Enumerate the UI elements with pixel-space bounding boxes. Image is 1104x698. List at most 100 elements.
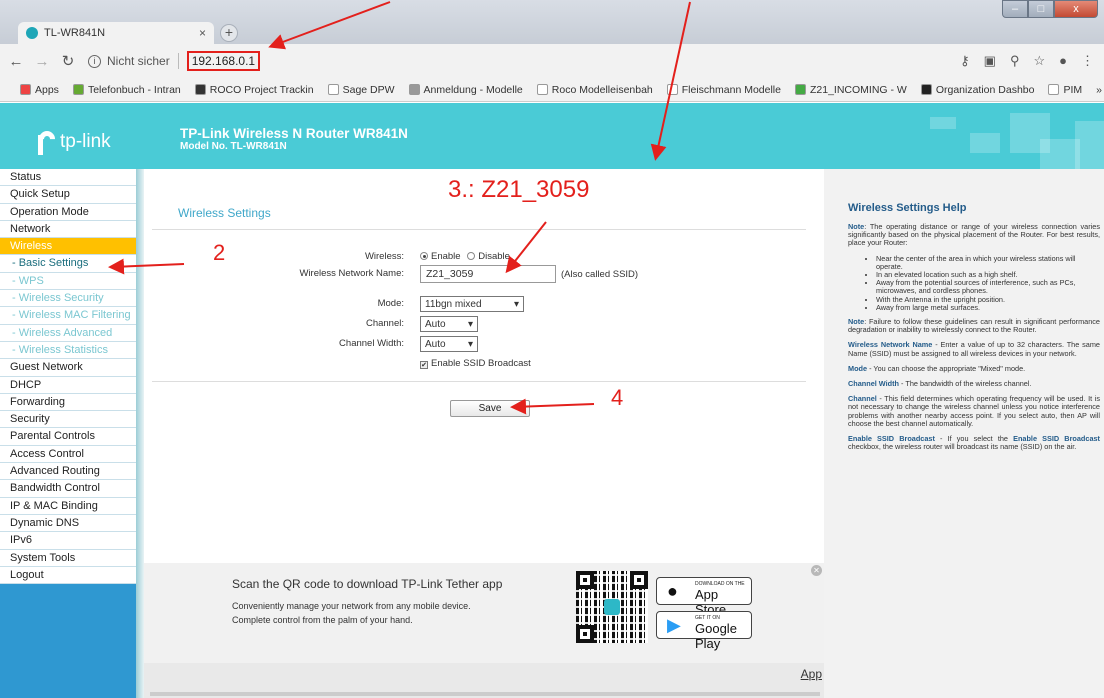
help-bullet: Away from the potential sources of inter…: [876, 279, 1100, 296]
bookmarks-more-icon[interactable]: »: [1096, 84, 1102, 96]
app-bar: App: [144, 663, 824, 698]
sidebar-item-forwarding[interactable]: Forwarding: [0, 393, 136, 412]
sidebar-item-quick-setup[interactable]: Quick Setup: [0, 186, 136, 204]
bookmark-label: Roco Modelleisenbah: [551, 83, 653, 96]
bookmark-item[interactable]: Fleischmann Modelle: [666, 84, 781, 96]
info-icon[interactable]: i: [88, 54, 101, 68]
close-window-button[interactable]: x: [1054, 0, 1098, 18]
menu-icon[interactable]: ⋮: [1081, 53, 1094, 69]
sidebar-item-status[interactable]: Status: [0, 169, 136, 187]
sidebar-item-dhcp[interactable]: DHCP: [0, 376, 136, 394]
key-icon[interactable]: ⚷: [960, 53, 970, 69]
channel-select[interactable]: Auto ▾: [420, 316, 478, 332]
sidebar-item-access-control[interactable]: Access Control: [0, 445, 136, 464]
back-arrow-icon[interactable]: ←: [6, 53, 26, 70]
sidebar-item-parental-controls[interactable]: Parental Controls: [0, 428, 136, 446]
reload-icon[interactable]: ↻: [58, 52, 78, 70]
annotation-step-3: 3.: Z21_3059: [448, 176, 590, 203]
mode-select[interactable]: 11bgn mixed ▾: [420, 296, 524, 312]
sidebar-item-wireless-statistics[interactable]: - Wireless Statistics: [0, 341, 136, 360]
bookmark-item[interactable]: Sage DPW: [327, 84, 395, 96]
sidebar-item-basic-settings[interactable]: - Basic Settings: [0, 255, 136, 273]
bookmarks-bar: Apps Telefonbuch - Intran ROCO Project Tra…: [0, 78, 1104, 102]
sidebar-menu: Status Quick Setup Operation Mode Network Wi…: [0, 169, 136, 698]
save-button[interactable]: Save: [450, 400, 530, 417]
bookmark-item[interactable]: ROCO Project Trackin: [194, 84, 314, 96]
minimize-button[interactable]: –: [1002, 0, 1028, 18]
sidebar-item-ip-mac-binding[interactable]: IP & MAC Binding: [0, 497, 136, 515]
bookmark-item[interactable]: Telefonbuch - Intran: [72, 84, 181, 96]
sidebar-item-network[interactable]: Network: [0, 220, 136, 239]
qr-code-icon: [576, 571, 648, 643]
sidebar-item-wireless[interactable]: Wireless: [0, 238, 136, 256]
sidebar-item-dynamic-dns[interactable]: Dynamic DNS: [0, 514, 136, 533]
broadcast-label: Enable SSID Broadcast: [431, 358, 531, 369]
translate-icon[interactable]: ▣: [984, 53, 996, 69]
annotation-step-4: 4: [611, 385, 624, 410]
roco-icon: [194, 84, 206, 95]
new-tab-button[interactable]: +: [220, 24, 238, 42]
forward-arrow-icon[interactable]: →: [32, 53, 52, 70]
ssid-broadcast-checkbox[interactable]: ✔: [420, 361, 428, 369]
channel-label: Channel:: [365, 318, 404, 329]
app-store-button[interactable]: ● DOWNLOAD ON THE App Store: [656, 577, 752, 617]
wireless-label: Wireless:: [364, 251, 404, 262]
help-width-text: - The bandwidth of the wireless channel.: [899, 379, 1032, 389]
disable-radio[interactable]: [467, 252, 476, 260]
tab-close-icon[interactable]: ×: [199, 26, 206, 40]
header-decoration: [930, 117, 956, 129]
promo-close-icon[interactable]: ✕: [811, 565, 822, 576]
divider: [152, 229, 806, 230]
sidebar-item-ipv6[interactable]: IPv6: [0, 532, 136, 550]
channel-width-select[interactable]: Auto ▾: [420, 336, 478, 352]
bookmark-item[interactable]: Z21_INCOMING - W: [794, 84, 907, 96]
main-content: Wireless Settings Wireless: Enable Disab…: [144, 169, 824, 698]
sidebar-item-wireless-security[interactable]: - Wireless Security: [0, 290, 136, 308]
sidebar-item-wireless-mac-filtering[interactable]: - Wireless MAC Filtering: [0, 307, 136, 325]
bookmark-item[interactable]: Anmeldung - Modelle: [408, 84, 523, 96]
dropdown-arrow-icon: ▾: [513, 298, 519, 310]
url-text[interactable]: 192.168.0.1: [186, 51, 261, 71]
sidebar-item-system-tools[interactable]: System Tools: [0, 549, 136, 567]
security-label: Nicht sicher: [107, 54, 170, 68]
sidebar-item-security[interactable]: Security: [0, 411, 136, 429]
sidebar-item-operation-mode[interactable]: Operation Mode: [0, 203, 136, 221]
bookmark-item[interactable]: Roco Modelleisenbah: [536, 83, 653, 96]
brand-text: tp-link: [60, 131, 111, 152]
ssid-row: Wireless Network Name: (Also called SSID…: [144, 265, 824, 285]
enable-radio[interactable]: [420, 252, 428, 260]
horizontal-scrollbar[interactable]: [150, 692, 820, 696]
browser-tab[interactable]: TL-WR841N ×: [18, 22, 214, 44]
sidebar-item-advanced-routing[interactable]: Advanced Routing: [0, 463, 136, 481]
help-bullet: Near the center of the area in which you…: [876, 254, 1100, 271]
channel-width-value: Auto: [425, 338, 446, 350]
sidebar-item-logout[interactable]: Logout: [0, 566, 136, 585]
app-link[interactable]: App: [801, 667, 822, 681]
channel-width-label: Channel Width:: [339, 338, 404, 349]
checkmark-icon: [794, 84, 806, 95]
ssid-input[interactable]: [420, 265, 556, 283]
sidebar-item-bandwidth-control[interactable]: Bandwidth Control: [0, 480, 136, 498]
star-burst-icon: [408, 84, 420, 95]
maximize-button[interactable]: □: [1028, 0, 1054, 18]
zoom-icon[interactable]: ⚲: [1010, 53, 1020, 69]
bookmark-item[interactable]: Apps: [20, 84, 59, 96]
sidebar-item-wps[interactable]: - WPS: [0, 272, 136, 291]
help-note-2: Note: Failure to follow these guidelines…: [848, 317, 1100, 334]
mode-row: Mode: 11bgn mixed ▾: [144, 296, 824, 314]
page-icon: [327, 84, 339, 95]
header-decoration: [970, 133, 1000, 153]
header-decoration: [1040, 139, 1080, 169]
bookmark-item[interactable]: PIM: [1048, 84, 1082, 96]
profile-icon[interactable]: ●: [1059, 53, 1067, 69]
page-icon: [1048, 84, 1060, 95]
bookmark-item[interactable]: Organization Dashbo: [920, 83, 1035, 96]
sidebar-item-guest-network[interactable]: Guest Network: [0, 359, 136, 377]
mode-value: 11bgn mixed: [425, 298, 482, 310]
sidebar-item-wireless-advanced[interactable]: - Wireless Advanced: [0, 324, 136, 342]
google-play-button[interactable]: ▶ GET IT ON Google Play: [656, 611, 752, 651]
bookmark-star-icon[interactable]: ☆: [1033, 53, 1045, 69]
channel-row: Channel: Auto ▾: [144, 316, 824, 334]
address-bar[interactable]: i Nicht sicher 192.168.0.1: [88, 50, 1008, 72]
bookmark-label: Organization Dashbo: [935, 83, 1035, 96]
